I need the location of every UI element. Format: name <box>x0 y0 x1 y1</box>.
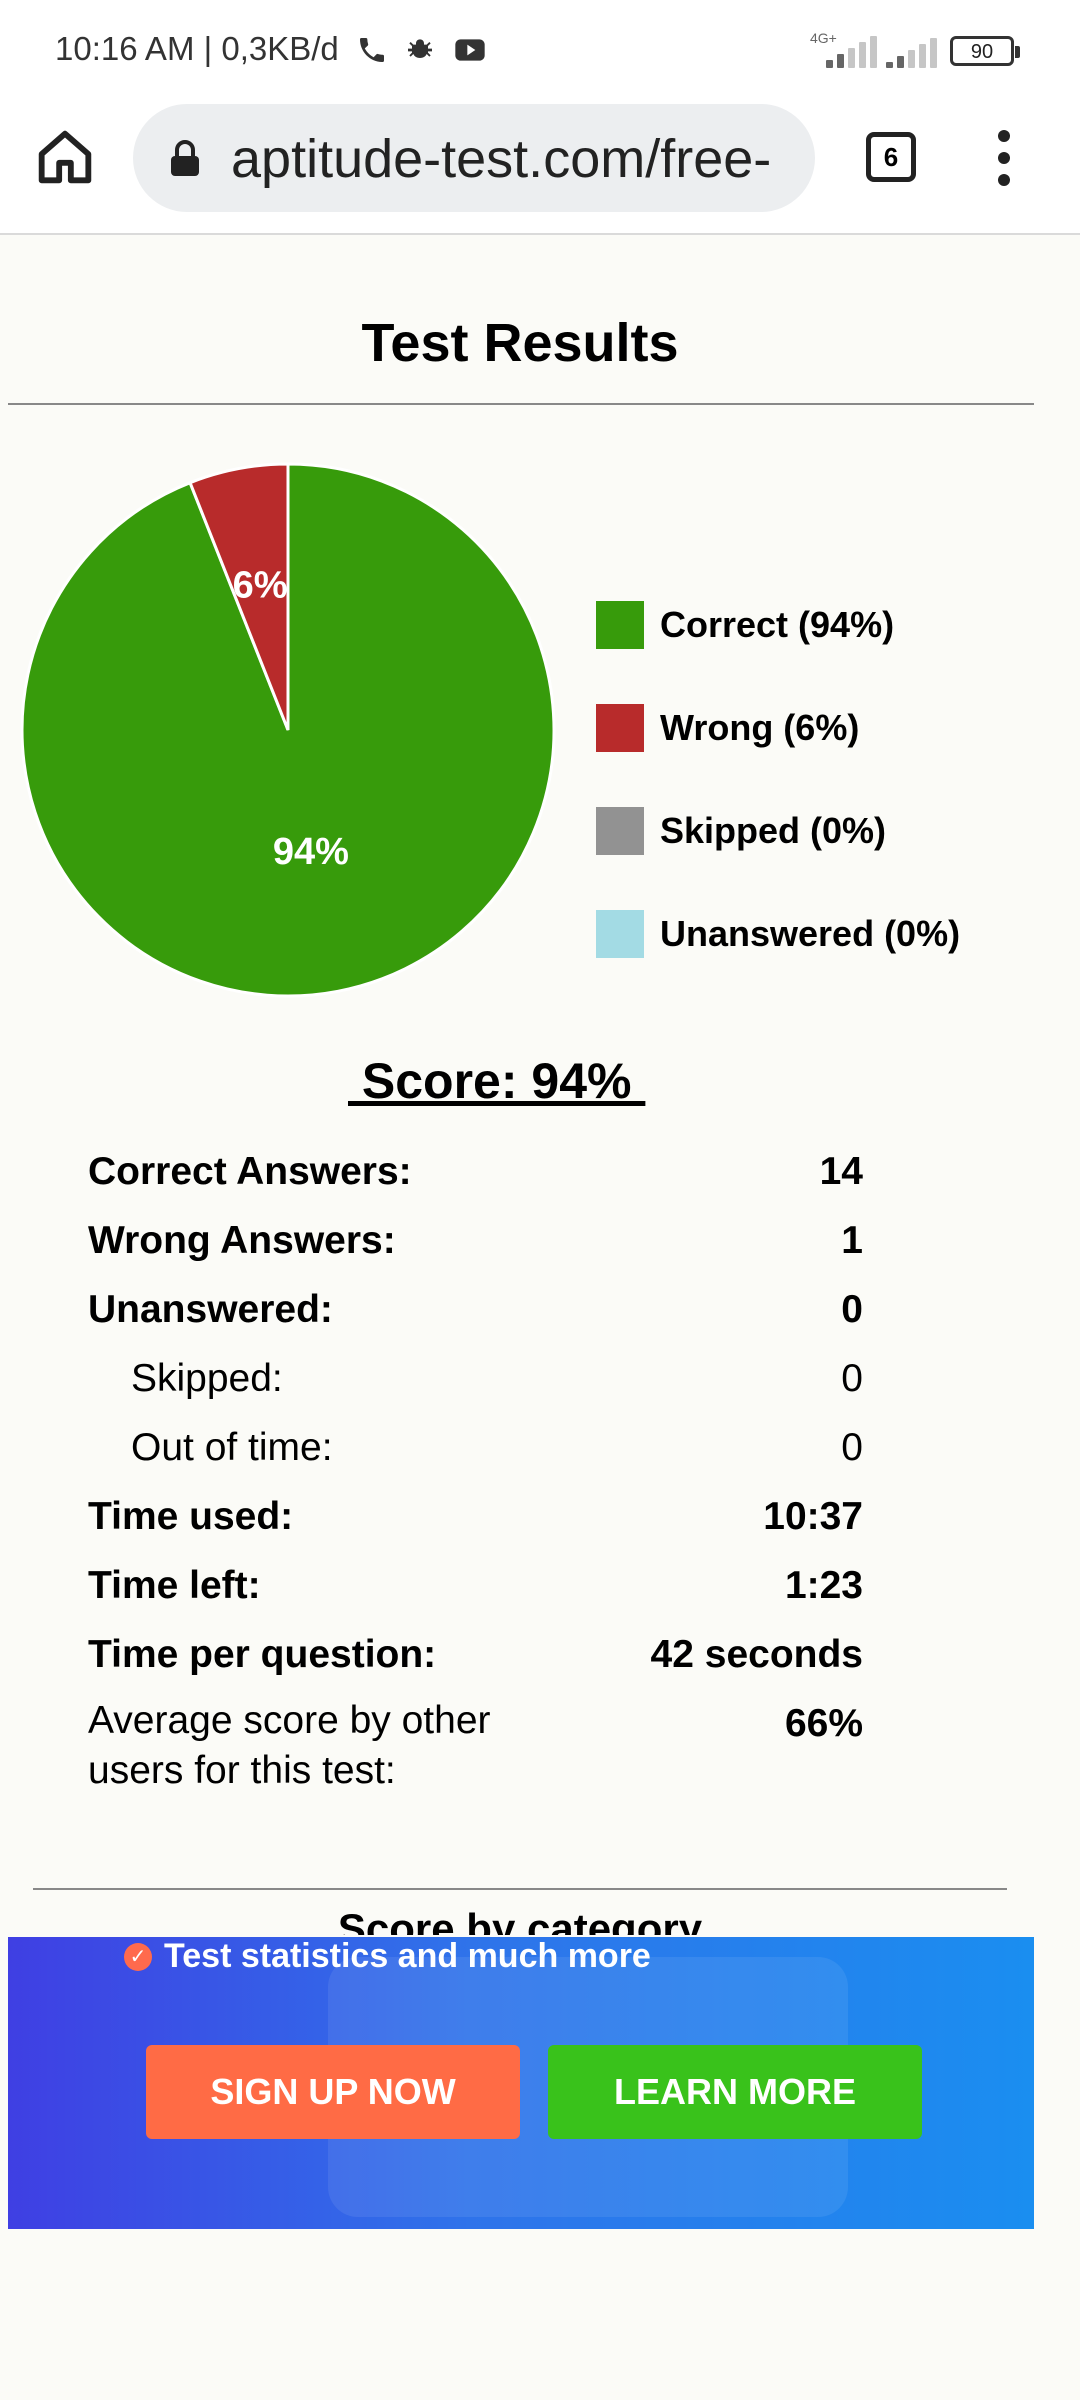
stat-row: Time used: 10:37 <box>88 1495 863 1564</box>
stat-row: Average score by other users for this te… <box>88 1699 863 1812</box>
stat-value: 66% <box>784 1702 863 1745</box>
legend-label: Wrong (6%) <box>660 707 860 748</box>
promo-banner[interactable]: ✓ Test statistics and much more SIGN UP … <box>8 1937 1034 2229</box>
stat-row: Unanswered: 0 <box>88 1288 863 1357</box>
address-bar[interactable]: aptitude-test.com/free- <box>133 104 815 212</box>
youtube-icon <box>455 39 485 61</box>
phone-icon <box>360 38 384 62</box>
lock-icon <box>171 140 199 176</box>
stat-label: Correct Answers: <box>88 1150 412 1193</box>
stat-row: Skipped: 0 <box>88 1357 863 1426</box>
legend-label: Correct (94%) <box>660 604 895 645</box>
page-title: Test Results <box>361 313 679 373</box>
legend-item-1: Wrong (6%) <box>596 703 960 753</box>
category-heading: Score by category <box>337 1905 703 1935</box>
stat-value: 0 <box>841 1357 863 1400</box>
stat-value: 1 <box>841 1219 863 1262</box>
stat-label: Out of time: <box>131 1426 333 1469</box>
stat-value: 1:23 <box>784 1564 863 1607</box>
stat-row: Time per question: 42 seconds <box>88 1633 863 1702</box>
pie-data-label-1: 6% <box>233 565 288 607</box>
legend-swatch <box>596 601 644 649</box>
sign-up-button[interactable]: SIGN UP NOW <box>146 2045 520 2139</box>
pie-svg: 94% 6% <box>20 462 556 998</box>
legend-item-0: Correct (94%) <box>596 600 960 650</box>
legend-label: Skipped (0%) <box>660 810 887 851</box>
bug-icon <box>408 39 432 58</box>
stat-label: Time used: <box>88 1495 294 1538</box>
signal-icon-2 <box>886 32 937 68</box>
check-icon: ✓ <box>124 1942 152 1971</box>
home-icon[interactable] <box>30 122 100 192</box>
status-bar: 10:16 AM | 0,3KB/d 4G+ 90 <box>0 0 1080 100</box>
tab-switcher-button[interactable]: 6 <box>866 132 916 182</box>
stat-row: Out of time: 0 <box>88 1426 863 1495</box>
stat-value: 0 <box>841 1288 863 1331</box>
stat-label: Average score by other users for this te… <box>88 1699 491 1792</box>
stat-value: 14 <box>819 1150 863 1193</box>
battery-level: 90 <box>970 41 994 63</box>
stat-row: Wrong Answers: 1 <box>88 1219 863 1288</box>
overflow-menu-icon[interactable] <box>990 130 1018 186</box>
stat-label: Unanswered: <box>88 1288 333 1331</box>
stat-label: Time per question: <box>88 1633 437 1676</box>
stat-label: Time left: <box>88 1564 261 1607</box>
stat-label: Skipped: <box>131 1357 283 1400</box>
browser-toolbar: aptitude-test.com/free- 6 <box>0 100 1080 235</box>
signal-icon-1 <box>826 32 877 68</box>
stat-row: Correct Answers: 14 <box>88 1150 863 1219</box>
legend-swatch <box>596 704 644 752</box>
legend-swatch <box>596 807 644 855</box>
chart-legend: Correct (94%) Wrong (6%) Skipped (0%) Unans… <box>596 600 960 1012</box>
results-pie-chart: 94% 6% <box>18 460 558 1000</box>
stat-value: 0 <box>841 1426 863 1469</box>
stat-value: 10:37 <box>763 1495 863 1538</box>
promo-text: Test statistics and much more <box>164 1937 651 1975</box>
legend-label: Unanswered (0%) <box>660 913 961 954</box>
divider <box>8 403 1034 405</box>
stat-row: Time left: 1:23 <box>88 1564 863 1633</box>
divider <box>33 1888 1007 1890</box>
stat-label: Wrong Answers: <box>88 1219 396 1262</box>
score-title: Score: 94% <box>348 1053 646 1109</box>
battery-icon: 90 <box>950 36 1020 66</box>
stat-value: 42 seconds <box>650 1633 863 1676</box>
status-time-network: 10:16 AM | 0,3KB/d <box>55 30 339 67</box>
legend-item-3: Unanswered (0%) <box>596 909 960 959</box>
stats-table: Correct Answers: 14 Wrong Answers: 1 Unanswe… <box>88 1150 863 1812</box>
legend-item-2: Skipped (0%) <box>596 806 960 856</box>
url-text[interactable]: aptitude-test.com/free- <box>231 128 791 190</box>
legend-swatch <box>596 910 644 958</box>
learn-more-button[interactable]: LEARN MORE <box>548 2045 922 2139</box>
promo-line: ✓ Test statistics and much more <box>124 1937 651 1976</box>
pie-data-label-0: 94% <box>273 831 349 873</box>
